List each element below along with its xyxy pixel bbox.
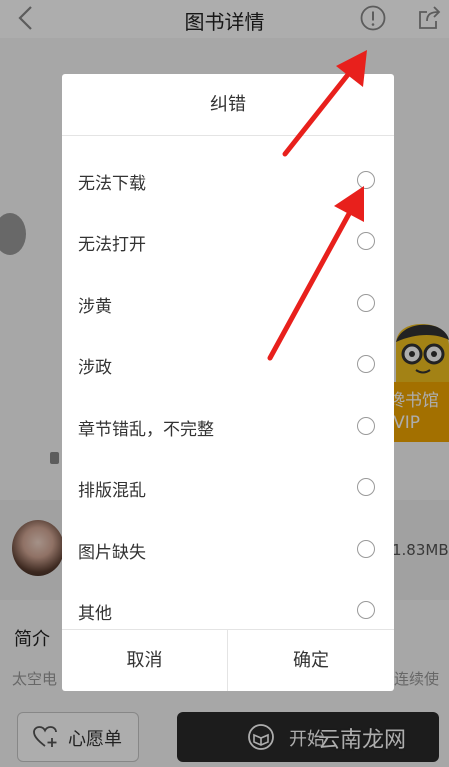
confirm-button[interactable]: 确定: [228, 630, 394, 691]
option-cannot-download[interactable]: 无法下载: [62, 150, 394, 211]
cancel-button[interactable]: 取消: [62, 630, 228, 691]
option-cannot-open[interactable]: 无法打开: [62, 211, 394, 272]
radio-button[interactable]: [357, 232, 375, 250]
option-label: 其他: [78, 604, 112, 624]
option-pornographic[interactable]: 涉黄: [62, 273, 394, 334]
option-label: 排版混乱: [78, 481, 146, 501]
radio-button[interactable]: [357, 601, 375, 619]
option-label: 章节错乱，不完整: [78, 420, 214, 440]
option-political[interactable]: 涉政: [62, 334, 394, 395]
radio-button[interactable]: [357, 355, 375, 373]
option-layout-messy[interactable]: 排版混乱: [62, 457, 394, 518]
option-label: 无法打开: [78, 235, 146, 255]
dialog-title: 纠错: [62, 74, 394, 136]
option-label: 涉政: [78, 358, 112, 378]
option-images-missing[interactable]: 图片缺失: [62, 519, 394, 580]
radio-button[interactable]: [357, 478, 375, 496]
option-label: 涉黄: [78, 297, 112, 317]
radio-button[interactable]: [357, 540, 375, 558]
dialog-button-row: 取消 确定: [62, 629, 394, 691]
option-chapters-disordered[interactable]: 章节错乱，不完整: [62, 396, 394, 457]
radio-button[interactable]: [357, 417, 375, 435]
radio-button[interactable]: [357, 294, 375, 312]
report-error-dialog: 纠错 无法下载 无法打开 涉黄 涉政 章节错乱，不完整 排版混乱 图片缺失 其他…: [62, 74, 394, 691]
option-label: 图片缺失: [78, 543, 146, 563]
option-label: 无法下载: [78, 174, 146, 194]
radio-button[interactable]: [357, 171, 375, 189]
